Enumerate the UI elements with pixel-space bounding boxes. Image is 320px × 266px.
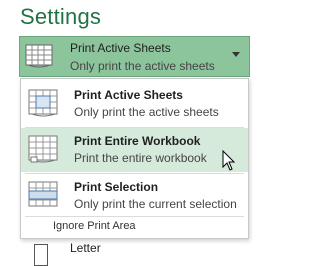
option-print-entire-workbook[interactable]: Print Entire Workbook Print the entire w… — [21, 128, 248, 172]
page-icon — [34, 244, 48, 266]
option-label: Print Selection — [74, 180, 159, 194]
option-print-active-sheets[interactable]: Print Active Sheets Only print the activ… — [21, 82, 248, 126]
selected-option-label: Print Active Sheets — [70, 41, 171, 55]
active-sheets-icon — [28, 89, 58, 117]
paper-size-dropdown[interactable]: Letter — [20, 240, 249, 266]
sheet-grid-icon — [25, 44, 53, 68]
entire-workbook-icon — [28, 135, 58, 163]
print-scope-menu: Print Active Sheets Only print the activ… — [20, 78, 249, 239]
paper-size-label: Letter — [70, 241, 101, 255]
option-description: Print the entire workbook — [74, 151, 207, 165]
print-selection-icon — [28, 181, 58, 207]
option-label: Print Active Sheets — [74, 88, 183, 102]
chevron-down-icon[interactable] — [232, 52, 240, 57]
print-scope-dropdown[interactable]: Print Active Sheets Only print the activ… — [19, 36, 250, 77]
option-print-selection[interactable]: Print Selection Only print the current s… — [21, 174, 248, 218]
option-description: Only print the current selection — [74, 197, 237, 211]
selected-option-description: Only print the active sheets — [70, 59, 215, 73]
settings-title: Settings — [20, 4, 102, 29]
mouse-cursor-icon — [222, 150, 236, 171]
option-description: Only print the active sheets — [74, 105, 219, 119]
divider — [25, 216, 244, 217]
option-label: Print Entire Workbook — [74, 134, 201, 148]
ignore-print-area-option[interactable]: Ignore Print Area — [53, 220, 136, 232]
